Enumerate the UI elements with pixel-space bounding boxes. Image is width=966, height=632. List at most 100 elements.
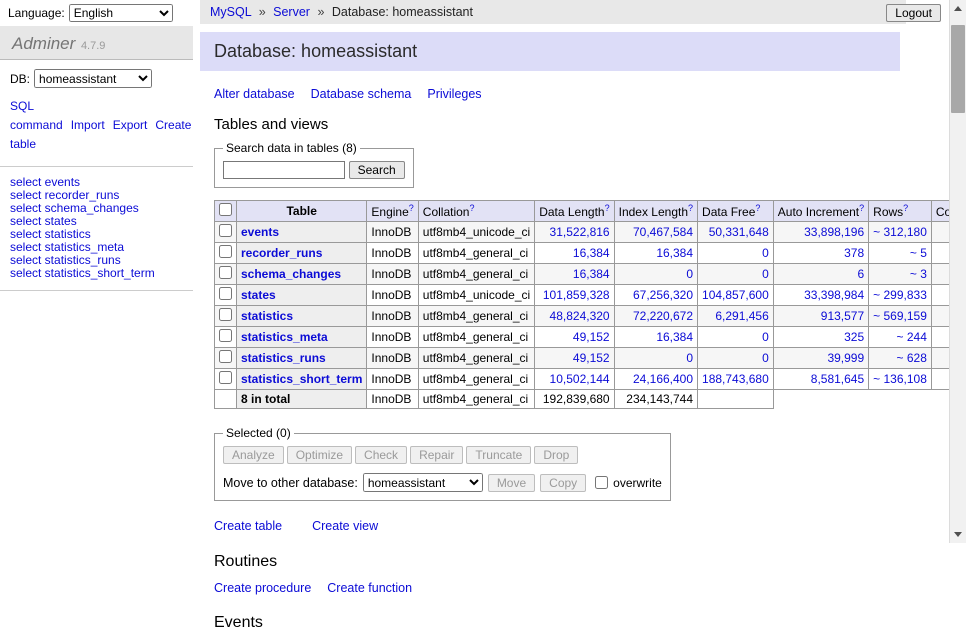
index-length-link[interactable]: 24,166,400 xyxy=(633,372,693,386)
bulk-action-button[interactable]: Optimize xyxy=(287,446,352,464)
rows-count-link[interactable]: ~ 3 xyxy=(910,267,927,281)
data-length-link[interactable]: 49,152 xyxy=(573,330,610,344)
database-action-link[interactable]: Database schema xyxy=(311,87,412,101)
row-checkbox[interactable] xyxy=(219,287,232,300)
column-header: Data Length? xyxy=(535,201,614,222)
auto-increment-cell: 6 xyxy=(773,264,868,285)
table-name-link[interactable]: schema_changes xyxy=(241,267,341,281)
index-length-link[interactable]: 72,220,672 xyxy=(633,309,693,323)
table-name-link[interactable]: statistics_meta xyxy=(241,330,328,344)
create-link[interactable]: Create table xyxy=(214,519,282,533)
data-free-link[interactable]: 0 xyxy=(762,267,769,281)
data-free-link[interactable]: 50,331,648 xyxy=(709,225,769,239)
column-help-link[interactable]: ? xyxy=(469,203,474,213)
language-select[interactable]: English xyxy=(69,4,173,22)
data-free-link[interactable]: 0 xyxy=(762,246,769,260)
bulk-action-button[interactable]: Check xyxy=(355,446,407,464)
data-length-cell: 49,152 xyxy=(535,327,614,348)
column-help-link[interactable]: ? xyxy=(859,203,864,213)
rows-count-link[interactable]: ~ 569,159 xyxy=(873,309,927,323)
row-checkbox[interactable] xyxy=(219,371,232,384)
column-help-link[interactable]: ? xyxy=(605,203,610,213)
auto-increment-link[interactable]: 33,898,196 xyxy=(804,225,864,239)
routine-create-link[interactable]: Create procedure xyxy=(214,581,311,595)
column-help-link[interactable]: ? xyxy=(755,203,760,213)
copy-button[interactable]: Copy xyxy=(540,474,586,492)
database-action-link[interactable]: Alter database xyxy=(214,87,295,101)
index-length-link[interactable]: 16,384 xyxy=(656,246,693,260)
auto-increment-link[interactable]: 8,581,645 xyxy=(811,372,864,386)
data-length-link[interactable]: 31,522,816 xyxy=(550,225,610,239)
auto-increment-link[interactable]: 33,398,984 xyxy=(804,288,864,302)
routine-create-link[interactable]: Create function xyxy=(327,581,412,595)
breadcrumb-mysql-link[interactable]: MySQL xyxy=(210,5,251,19)
data-length-link[interactable]: 10,502,144 xyxy=(550,372,610,386)
auto-increment-link[interactable]: 378 xyxy=(844,246,864,260)
table-name-link[interactable]: events xyxy=(241,225,279,239)
rows-count-link[interactable]: ~ 628 xyxy=(897,351,927,365)
index-length-link[interactable]: 70,467,584 xyxy=(633,225,693,239)
column-help-link[interactable]: ? xyxy=(409,203,414,213)
logout-button[interactable]: Logout xyxy=(886,4,941,22)
column-help-link[interactable]: ? xyxy=(903,203,908,213)
table-row: recorder_runs InnoDB utf8mb4_general_ci … xyxy=(215,243,966,264)
row-checkbox[interactable] xyxy=(219,329,232,342)
create-link[interactable]: Create view xyxy=(312,519,378,533)
sidebar-table-link[interactable]: select statistics_short_term xyxy=(10,267,183,280)
select-all-checkbox[interactable] xyxy=(219,203,232,216)
data-free-link[interactable]: 0 xyxy=(762,330,769,344)
data-length-link[interactable]: 16,384 xyxy=(573,246,610,260)
sidebar-action-link[interactable]: Import xyxy=(71,118,105,132)
bulk-action-button[interactable]: Repair xyxy=(410,446,463,464)
data-length-link[interactable]: 49,152 xyxy=(573,351,610,365)
db-select[interactable]: homeassistant xyxy=(34,69,152,88)
scroll-up-button[interactable] xyxy=(950,0,966,17)
scrollbar[interactable] xyxy=(949,0,966,543)
auto-increment-link[interactable]: 6 xyxy=(857,267,864,281)
rows-count-link[interactable]: ~ 244 xyxy=(897,330,927,344)
data-length-link[interactable]: 101,859,328 xyxy=(543,288,610,302)
index-length-link[interactable]: 67,256,320 xyxy=(633,288,693,302)
overwrite-checkbox[interactable] xyxy=(595,476,608,489)
row-checkbox[interactable] xyxy=(219,245,232,258)
table-name-link[interactable]: statistics_runs xyxy=(241,351,326,365)
row-checkbox[interactable] xyxy=(219,224,232,237)
move-db-select[interactable]: homeassistant xyxy=(363,473,483,492)
table-name-link[interactable]: states xyxy=(241,288,276,302)
table-name-link[interactable]: statistics_short_term xyxy=(241,372,362,386)
data-length-link[interactable]: 16,384 xyxy=(573,267,610,281)
scroll-down-button[interactable] xyxy=(950,526,966,543)
data-free-link[interactable]: 104,857,600 xyxy=(702,288,769,302)
rows-count-link[interactable]: ~ 5 xyxy=(910,246,927,260)
data-length-link[interactable]: 48,824,320 xyxy=(550,309,610,323)
data-free-link[interactable]: 0 xyxy=(762,351,769,365)
column-help-link[interactable]: ? xyxy=(688,203,693,213)
rows-count-link[interactable]: ~ 299,833 xyxy=(873,288,927,302)
rows-count-link[interactable]: ~ 136,108 xyxy=(873,372,927,386)
bulk-action-button[interactable]: Truncate xyxy=(466,446,531,464)
row-checkbox[interactable] xyxy=(219,350,232,363)
breadcrumb-server-link[interactable]: Server xyxy=(273,5,310,19)
row-checkbox[interactable] xyxy=(219,266,232,279)
sidebar-action-link[interactable]: SQL command xyxy=(10,99,63,132)
bulk-action-button[interactable]: Drop xyxy=(534,446,578,464)
scrollbar-thumb[interactable] xyxy=(951,25,965,113)
table-name-link[interactable]: recorder_runs xyxy=(241,246,322,260)
database-action-link[interactable]: Privileges xyxy=(427,87,481,101)
auto-increment-link[interactable]: 39,999 xyxy=(827,351,864,365)
index-length-link[interactable]: 16,384 xyxy=(656,330,693,344)
move-button[interactable]: Move xyxy=(488,474,535,492)
data-free-link[interactable]: 6,291,456 xyxy=(715,309,768,323)
search-button[interactable]: Search xyxy=(349,161,405,179)
index-length-link[interactable]: 0 xyxy=(686,351,693,365)
index-length-link[interactable]: 0 xyxy=(686,267,693,281)
row-checkbox[interactable] xyxy=(219,308,232,321)
auto-increment-link[interactable]: 913,577 xyxy=(821,309,864,323)
search-input[interactable] xyxy=(223,161,345,179)
table-name-link[interactable]: statistics xyxy=(241,309,293,323)
auto-increment-link[interactable]: 325 xyxy=(844,330,864,344)
bulk-action-button[interactable]: Analyze xyxy=(223,446,284,464)
data-free-link[interactable]: 188,743,680 xyxy=(702,372,769,386)
rows-count-link[interactable]: ~ 312,180 xyxy=(873,225,927,239)
sidebar-action-link[interactable]: Export xyxy=(113,118,148,132)
